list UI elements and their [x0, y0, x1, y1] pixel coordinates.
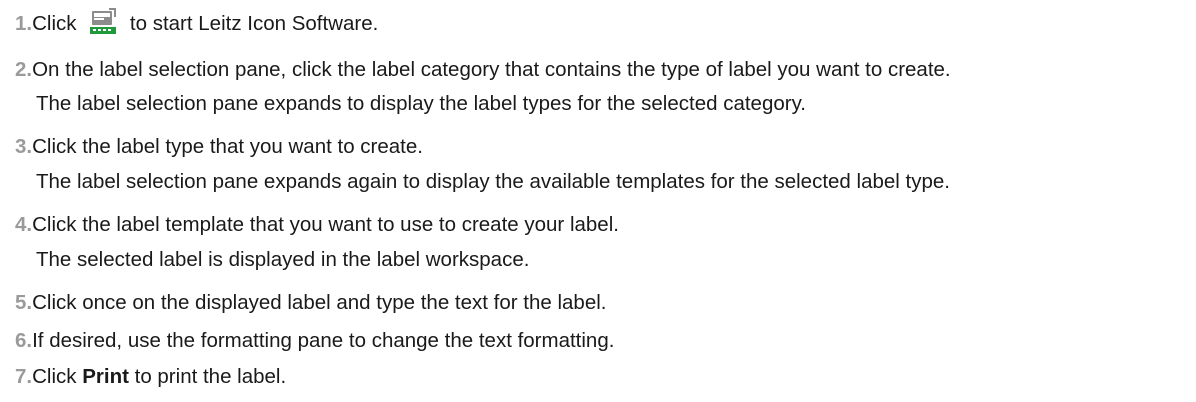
step-3: 3.Click the label type that you want to …	[15, 134, 423, 160]
leitz-icon-software-icon	[88, 7, 118, 37]
step-2: 2.On the label selection pane, click the…	[15, 57, 951, 83]
step-4: 4.Click the label template that you want…	[15, 212, 619, 238]
step-number: 7.	[15, 365, 33, 388]
step-number: 4.	[15, 213, 33, 236]
step-number: 2.	[15, 58, 33, 81]
instruction-steps: 1.Click to start Leitz Icon Software. 2.…	[0, 0, 1196, 402]
step-number: 1.	[15, 12, 33, 35]
step-3-note: The label selection pane expands again t…	[36, 170, 950, 193]
step-1: 1.Click to start Leitz Icon Software.	[15, 7, 379, 37]
step-text: Click once on the displayed label and ty…	[32, 291, 607, 314]
step-text: Click	[32, 365, 83, 388]
step-text: Click	[32, 12, 83, 35]
step-text: to print the label.	[128, 365, 287, 388]
step-text: Click the label template that you want t…	[32, 213, 619, 236]
step-5: 5.Click once on the displayed label and …	[15, 290, 606, 316]
step-text: If desired, use the formatting pane to c…	[32, 329, 615, 352]
print-button-label: Print	[82, 365, 129, 388]
step-number: 3.	[15, 135, 33, 158]
step-7: 7.Click Print to print the label.	[15, 364, 286, 390]
step-6: 6.If desired, use the formatting pane to…	[15, 328, 614, 354]
step-number: 5.	[15, 291, 33, 314]
step-text: Click the label type that you want to cr…	[32, 135, 423, 158]
step-2-note: The label selection pane expands to disp…	[36, 92, 806, 115]
step-number: 6.	[15, 329, 33, 352]
step-text: On the label selection pane, click the l…	[32, 58, 951, 81]
step-text: to start Leitz Icon Software.	[124, 12, 379, 35]
step-4-note: The selected label is displayed in the l…	[36, 248, 530, 271]
